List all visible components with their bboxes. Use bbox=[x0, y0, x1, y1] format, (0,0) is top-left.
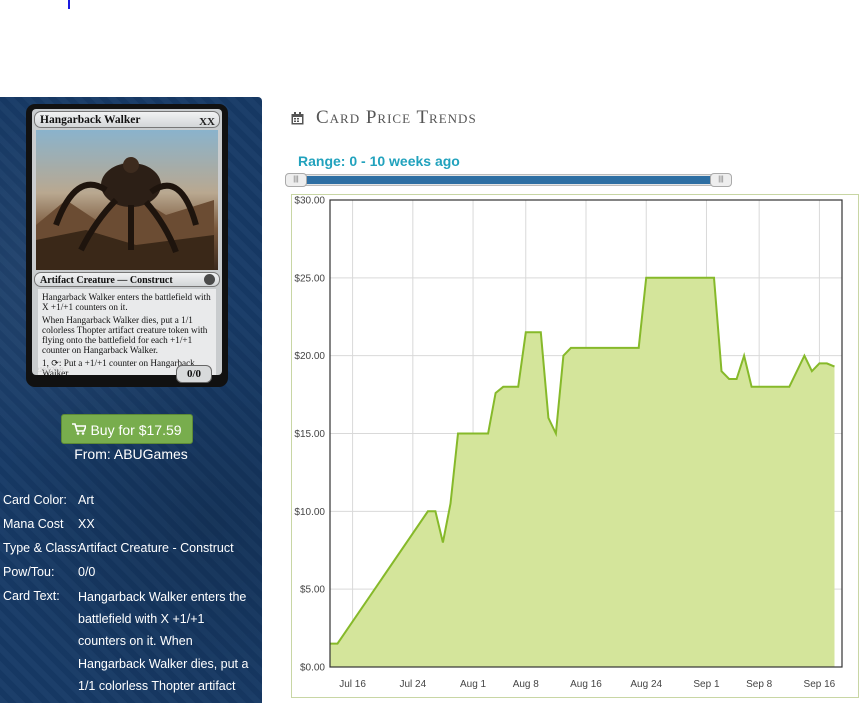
y-tick-label: $30.00 bbox=[294, 196, 325, 207]
range-slider-start-handle[interactable]: ||| bbox=[285, 173, 307, 187]
price-chart: $0.00 $5.00 $10.00 $15.00 $20.00 $25.00 $30.00… bbox=[294, 196, 843, 690]
pow-tou-value: 0/0 bbox=[78, 565, 96, 579]
card-text-value: Hangarback Walker enters the battlefield… bbox=[78, 586, 258, 697]
card-text-line: Hangarback Walker dies, put a bbox=[78, 656, 249, 671]
card-mana-cost-icon: XX bbox=[199, 116, 215, 128]
card-rules-line: When Hangarback Walker dies, put a 1/1 c… bbox=[42, 315, 208, 355]
card-text-line: counters on it. When bbox=[78, 634, 193, 649]
mana-cost-label: Mana Cost bbox=[3, 517, 64, 531]
x-tick-label: Aug 16 bbox=[570, 679, 602, 690]
calendar-icon bbox=[291, 111, 304, 125]
card-name-bar: Hangarback Walker XX bbox=[34, 111, 220, 128]
range-slider-fill bbox=[298, 176, 719, 184]
card-text-label: Card Text: bbox=[3, 589, 60, 603]
card-art-illustration bbox=[36, 157, 214, 270]
x-tick-label: Jul 16 bbox=[339, 679, 366, 690]
card-collector-number: 229/272 R bbox=[36, 368, 64, 374]
card-art bbox=[36, 130, 218, 270]
x-tick-label: Aug 24 bbox=[630, 679, 662, 690]
type-class-label: Type & Class: bbox=[3, 541, 81, 555]
card-name: Hangarback Walker bbox=[40, 114, 141, 126]
y-tick-label: $20.00 bbox=[294, 351, 325, 362]
y-tick-label: $5.00 bbox=[300, 585, 325, 596]
card-text-line: Hangarback Walker enters the bbox=[78, 590, 247, 604]
range-label: Range: 0 - 10 weeks ago bbox=[298, 153, 460, 169]
range-slider[interactable]: ||| ||| bbox=[285, 173, 732, 187]
shopping-cart-icon bbox=[72, 415, 88, 445]
buy-button-label: Buy for $17.59 bbox=[90, 422, 182, 438]
card-color-value: Art bbox=[78, 493, 94, 507]
card-color-label: Card Color: bbox=[3, 493, 67, 507]
pow-tou-label: Pow/Tou: bbox=[3, 565, 55, 579]
x-tick-label: Sep 16 bbox=[804, 679, 836, 690]
card-text-line: 1/1 colorless Thopter artifact bbox=[78, 678, 236, 693]
card-power-toughness: 0/0 bbox=[176, 365, 212, 383]
type-class-value: Artifact Creature - Construct bbox=[78, 541, 234, 555]
x-tick-label: Sep 8 bbox=[746, 679, 773, 690]
y-tick-label: $0.00 bbox=[300, 663, 325, 674]
card-image: Hangarback Walker XX Artifact Creature —… bbox=[26, 104, 228, 387]
price-trends-header: Card Price Trends bbox=[291, 106, 477, 130]
card-frame: Hangarback Walker XX Artifact Creature —… bbox=[32, 109, 222, 383]
section-title: Card Price Trends bbox=[316, 107, 477, 128]
y-tick-label: $10.00 bbox=[294, 507, 325, 518]
card-type-bar: Artifact Creature — Construct bbox=[34, 272, 220, 287]
buy-button[interactable]: Buy for $17.59 bbox=[61, 414, 193, 444]
top-marker bbox=[68, 0, 70, 9]
card-rules-line: Hangarback Walker enters the battlefield… bbox=[42, 292, 211, 312]
x-tick-label: Sep 1 bbox=[693, 679, 720, 690]
card-rules-text: Hangarback Walker enters the battlefield… bbox=[38, 289, 216, 383]
x-tick-label: Aug 8 bbox=[513, 679, 540, 690]
card-text-line: battlefield with X +1/+1 bbox=[78, 612, 205, 627]
seller-name: From: ABUGames bbox=[74, 446, 188, 462]
x-tick-label: Jul 24 bbox=[399, 679, 426, 690]
x-tick-label: Aug 1 bbox=[460, 679, 487, 690]
mana-cost-value: XX bbox=[78, 517, 95, 531]
set-symbol-icon bbox=[204, 274, 215, 285]
card-type-line: Artifact Creature — Construct bbox=[40, 275, 173, 286]
y-tick-label: $15.00 bbox=[294, 429, 325, 440]
y-tick-label: $25.00 bbox=[294, 273, 325, 284]
range-slider-end-handle[interactable]: ||| bbox=[710, 173, 732, 187]
